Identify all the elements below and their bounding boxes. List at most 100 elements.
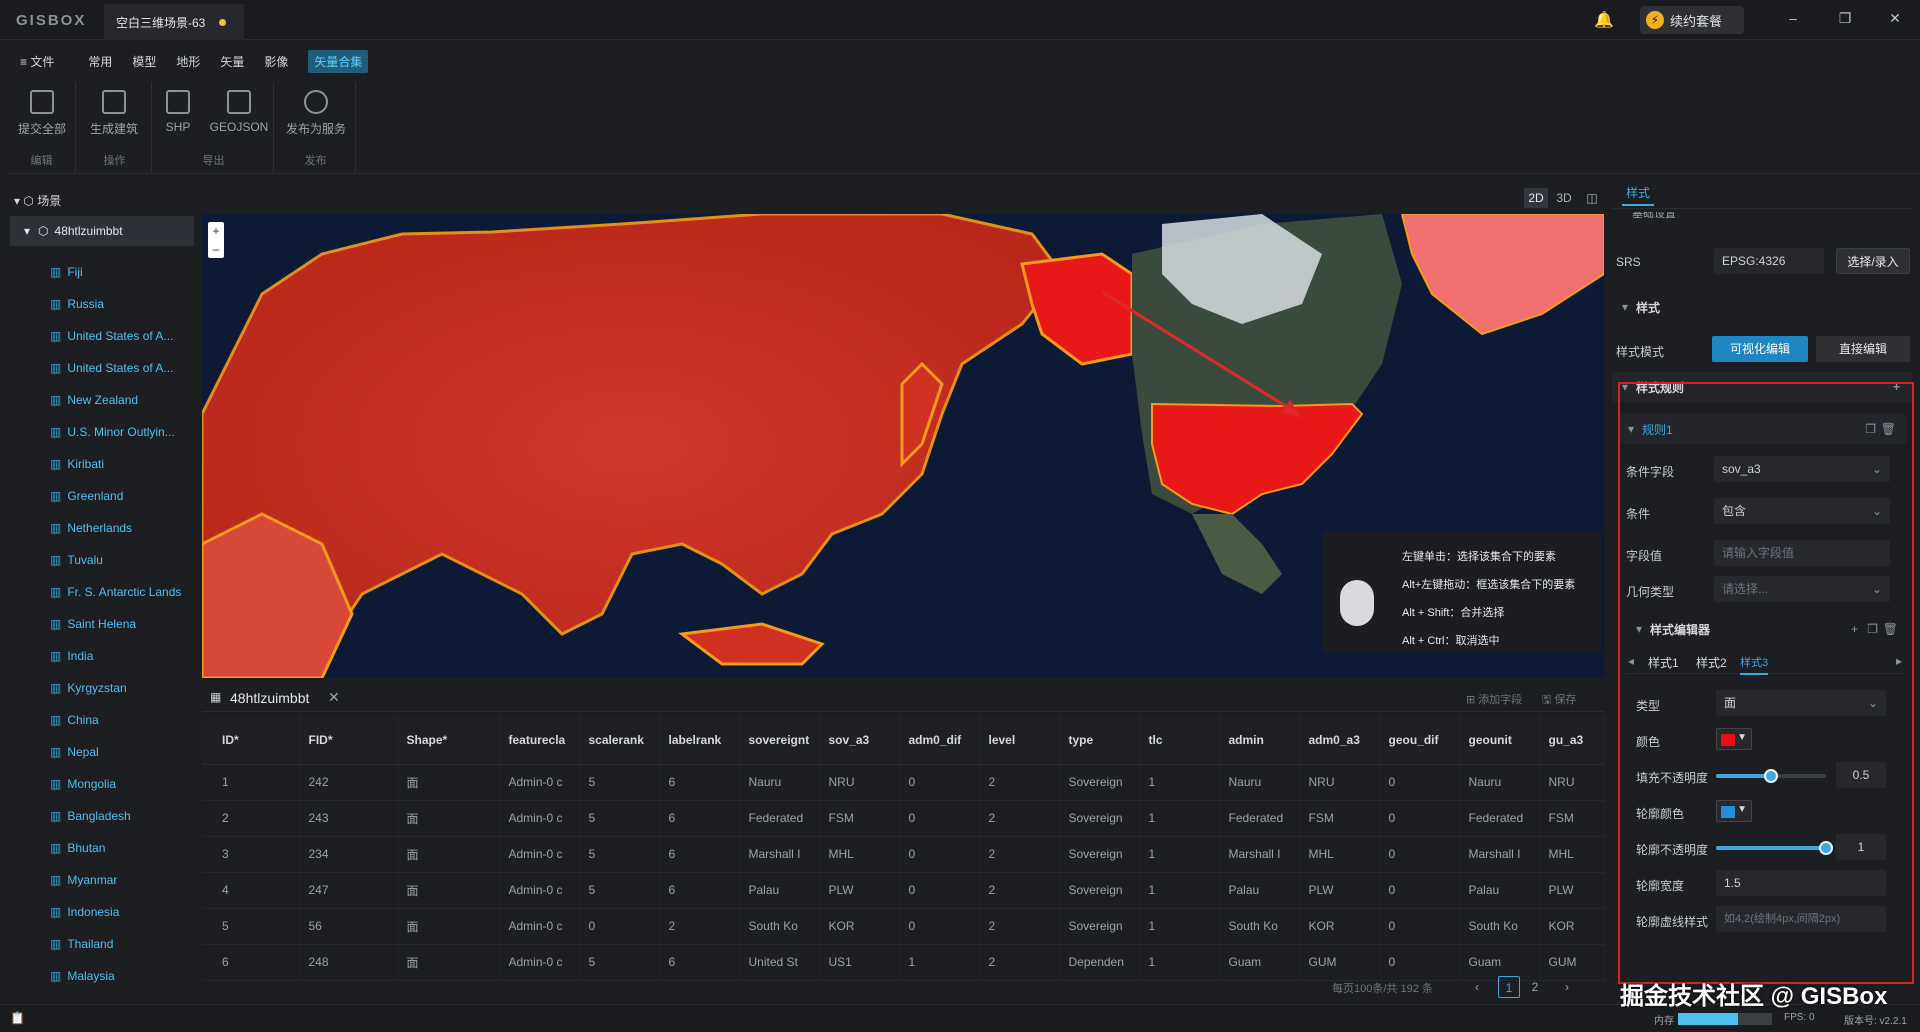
table-tab-title[interactable]: 48htlzuimbbt bbox=[230, 690, 309, 706]
view-3d-tab[interactable]: 3D bbox=[1552, 188, 1576, 208]
scene-header[interactable]: ▾ ⬡ 场景 bbox=[14, 192, 61, 209]
page-2-button[interactable]: 2 bbox=[1524, 976, 1546, 998]
table-row[interactable]: 3 234 面 Admin-0 c 5 6 Marshall I MHL 0 2 Sovereign… bbox=[202, 836, 1605, 873]
clipboard-icon[interactable]: 📋 bbox=[10, 1011, 25, 1025]
table-row[interactable]: 4 247 面 Admin-0 c 5 6 Palau PLW 0 2 Sovereign 1 Pala… bbox=[202, 872, 1605, 909]
basic-settings-header[interactable]: 基础设置 bbox=[1632, 212, 1676, 220]
layer-item[interactable]: ▥ Greenland bbox=[50, 486, 190, 506]
layer-item[interactable]: ▥ Fiji bbox=[50, 262, 190, 282]
layer-item[interactable]: ▥ Kyrgyzstan bbox=[50, 678, 190, 698]
table-icon: ▦ bbox=[210, 690, 222, 704]
layer-item[interactable]: ▥ Bhutan bbox=[50, 838, 190, 858]
menu-vector-collection[interactable]: 矢量合集 bbox=[308, 49, 369, 73]
layer-item[interactable]: ▥ New Zealand bbox=[50, 390, 190, 410]
column-header[interactable]: adm0_a3 bbox=[1300, 716, 1381, 765]
tab-style[interactable]: 样式 bbox=[1622, 184, 1655, 206]
menu-common[interactable]: 常用 bbox=[88, 53, 112, 70]
notification-bell-icon[interactable]: 🔔 bbox=[1594, 10, 1614, 30]
prev-page-button[interactable]: ‹ bbox=[1466, 976, 1488, 998]
collapse-arrow-icon: ▾ bbox=[14, 194, 21, 208]
add-field-button[interactable]: ⊞ 添加字段 bbox=[1466, 691, 1522, 707]
table-row[interactable]: 2 243 面 Admin-0 c 5 6 Federated FSM 0 2 Sovereign 1… bbox=[202, 800, 1605, 837]
column-header[interactable]: scalerank bbox=[580, 716, 661, 765]
layer-item[interactable]: ▥ Myanmar bbox=[50, 870, 190, 890]
layer-item[interactable]: ▥ U.S. Minor Outlyin... bbox=[50, 422, 190, 442]
column-header[interactable]: level bbox=[980, 716, 1061, 765]
export-shp-button[interactable]: SHP bbox=[156, 90, 200, 134]
srs-input[interactable]: EPSG:4326 bbox=[1714, 248, 1824, 274]
next-page-button[interactable]: › bbox=[1556, 976, 1578, 998]
column-header[interactable]: sov_a3 bbox=[820, 716, 901, 765]
page-1-button[interactable]: 1 bbox=[1498, 976, 1520, 998]
save-label: 保存 bbox=[1554, 694, 1577, 706]
document-tab[interactable]: 空白三维场景-63 bbox=[104, 4, 244, 40]
table-cell: Sovereign bbox=[1060, 764, 1141, 801]
layer-item[interactable]: ▥ Thailand bbox=[50, 934, 190, 954]
layer-item[interactable]: ▥ Bangladesh bbox=[50, 806, 190, 826]
layer-item[interactable]: ▥ Kiribati bbox=[50, 454, 190, 474]
zoom-in-button[interactable]: + bbox=[208, 222, 224, 240]
column-header[interactable]: admin bbox=[1220, 716, 1301, 765]
group-label: 编辑 bbox=[30, 155, 53, 167]
publish-service-button[interactable]: 发布为服务 bbox=[282, 90, 350, 137]
renew-plan-button[interactable]: ⚡ 续约套餐 bbox=[1640, 6, 1744, 34]
table-cell: Nauru bbox=[1220, 764, 1301, 801]
column-header[interactable]: featurecla bbox=[500, 716, 581, 765]
save-button[interactable]: 🖫 保存 bbox=[1542, 691, 1576, 710]
minimize-button[interactable]: – bbox=[1778, 10, 1808, 26]
tooltip-line: Alt+左键拖动：框选该集合下的要素 bbox=[1402, 579, 1576, 591]
style-section-header[interactable]: ▾ 样式 bbox=[1612, 292, 1912, 322]
menu-vector[interactable]: 矢量 bbox=[220, 53, 244, 70]
submit-all-button[interactable]: 提交全部 bbox=[14, 90, 70, 137]
generate-building-button[interactable]: 生成建筑 bbox=[86, 90, 142, 137]
table-cell: 243 bbox=[300, 800, 399, 837]
view-2d-tab[interactable]: 2D bbox=[1524, 188, 1548, 208]
building-icon bbox=[102, 90, 126, 114]
table-cell: Palau bbox=[1220, 872, 1301, 909]
menu-model[interactable]: 模型 bbox=[132, 53, 156, 70]
visual-edit-button[interactable]: 可视化编辑 bbox=[1712, 336, 1808, 362]
column-header[interactable]: geou_dif bbox=[1380, 716, 1461, 765]
export-geojson-button[interactable]: GEOJSON bbox=[208, 90, 270, 134]
zoom-out-button[interactable]: – bbox=[208, 240, 224, 258]
layer-root-item[interactable]: ▾ ⬡ 48htlzuimbbt bbox=[10, 216, 194, 246]
menu-terrain[interactable]: 地形 bbox=[176, 53, 200, 70]
column-header[interactable]: type bbox=[1060, 716, 1141, 765]
layer-item[interactable]: ▥ Mongolia bbox=[50, 774, 190, 794]
layer-item[interactable]: ▥ Fr. S. Antarctic Lands bbox=[50, 582, 190, 602]
view-split-tab[interactable]: ◫ bbox=[1580, 188, 1604, 208]
column-header[interactable]: gu_a3 bbox=[1540, 716, 1605, 765]
layer-item[interactable]: ▥ India bbox=[50, 646, 190, 666]
layer-item[interactable]: ▥ United States of A... bbox=[50, 326, 190, 346]
close-tab-icon[interactable]: ✕ bbox=[328, 689, 340, 706]
layer-item[interactable]: ▥ Nepal bbox=[50, 742, 190, 762]
layer-item[interactable]: ▥ Tuvalu bbox=[50, 550, 190, 570]
column-header[interactable]: adm0_dif bbox=[900, 716, 981, 765]
column-header[interactable]: FID* bbox=[300, 716, 399, 765]
column-header[interactable]: ID* bbox=[202, 716, 301, 765]
layer-item[interactable]: ▥ Netherlands bbox=[50, 518, 190, 538]
menu-imagery[interactable]: 影像 bbox=[264, 53, 288, 70]
table-row[interactable]: 5 56 面 Admin-0 c 0 2 South Ko KOR 0 2 Sovereign 1 So… bbox=[202, 908, 1605, 945]
layer-item[interactable]: ▥ United States of A... bbox=[50, 358, 190, 378]
srs-select-button[interactable]: 选择/录入 bbox=[1836, 248, 1910, 274]
direct-edit-button[interactable]: 直接编辑 bbox=[1816, 336, 1910, 362]
layer-item[interactable]: ▥ Malaysia bbox=[50, 966, 190, 986]
column-header[interactable]: geounit bbox=[1460, 716, 1541, 765]
menu-file[interactable]: ≡ 文件 bbox=[20, 53, 54, 70]
column-header[interactable]: Shape* bbox=[398, 716, 501, 765]
close-button[interactable]: ✕ bbox=[1880, 10, 1910, 27]
layer-item[interactable]: ▥ Saint Helena bbox=[50, 614, 190, 634]
layer-item[interactable]: ▥ China bbox=[50, 710, 190, 730]
table-cell: Sovereign bbox=[1060, 872, 1141, 909]
table-row[interactable]: 1 242 面 Admin-0 c 5 6 Nauru NRU 0 2 Sovereign 1 Naur… bbox=[202, 764, 1605, 801]
column-header[interactable]: tlc bbox=[1140, 716, 1221, 765]
layer-item[interactable]: ▥ Indonesia bbox=[50, 902, 190, 922]
restore-button[interactable]: ❐ bbox=[1830, 10, 1860, 27]
layer-item[interactable]: ▥ Russia bbox=[50, 294, 190, 314]
toolbar-group-export: SHP GEOJSON 导出 bbox=[154, 82, 274, 174]
column-header[interactable]: labelrank bbox=[660, 716, 741, 765]
memory-label: 内存 bbox=[1654, 1016, 1674, 1027]
column-header[interactable]: sovereignt bbox=[740, 716, 821, 765]
divider bbox=[1612, 208, 1912, 209]
